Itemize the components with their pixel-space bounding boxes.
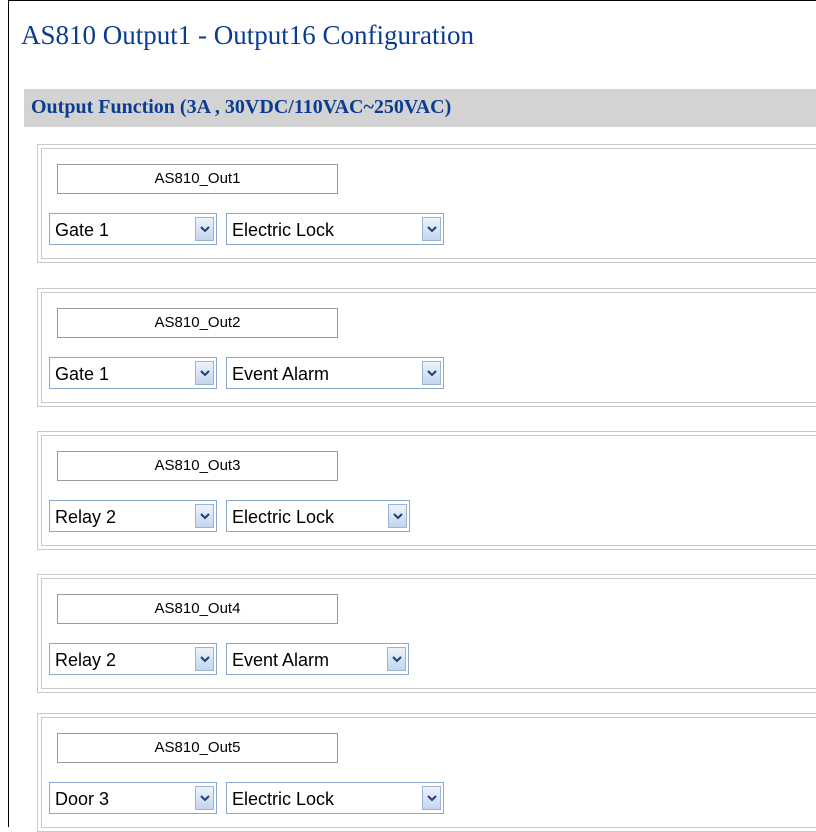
function-select[interactable]: Event Alarm — [226, 643, 409, 675]
function-select[interactable]: Electric Lock — [226, 500, 410, 532]
output-name-field[interactable]: AS810_Out3 — [57, 451, 338, 481]
chevron-down-icon — [200, 226, 210, 233]
function-select-value: Event Alarm — [232, 364, 330, 384]
output-name-field[interactable]: AS810_Out5 — [57, 733, 338, 763]
source-select-value: Gate 1 — [55, 364, 110, 384]
dropdown-button[interactable] — [422, 361, 441, 385]
function-select[interactable]: Event Alarm — [226, 357, 444, 389]
output-group-3: AS810_Out3 Relay 2 Electric Lock — [37, 431, 816, 550]
source-select-value: Relay 2 — [55, 507, 117, 527]
function-select-value: Electric Lock — [232, 220, 335, 240]
output-group-inner: AS810_Out2 Gate 1 Event Alarm — [41, 292, 816, 403]
function-select[interactable]: Electric Lock — [226, 213, 444, 245]
dropdown-button[interactable] — [195, 647, 214, 671]
chevron-down-icon — [200, 370, 210, 377]
output-name-field[interactable]: AS810_Out2 — [57, 308, 338, 338]
chevron-down-icon — [200, 513, 210, 520]
chevron-down-icon — [427, 370, 437, 377]
source-select[interactable]: Gate 1 — [49, 213, 217, 245]
chevron-down-icon — [392, 656, 402, 663]
source-select[interactable]: Gate 1 — [49, 357, 217, 389]
function-select-value: Event Alarm — [232, 650, 330, 670]
dropdown-button[interactable] — [422, 217, 441, 241]
chevron-down-icon — [427, 795, 437, 802]
dropdown-button[interactable] — [195, 361, 214, 385]
dropdown-button[interactable] — [387, 647, 406, 671]
dropdown-button[interactable] — [195, 504, 214, 528]
chevron-down-icon — [427, 226, 437, 233]
output-group-2: AS810_Out2 Gate 1 Event Alarm — [37, 288, 816, 407]
section-title: Output Function (3A , 30VDC/110VAC~250VA… — [31, 96, 452, 118]
page-title: AS810 Output1 - Output16 Configuration — [21, 20, 474, 50]
function-select-value: Electric Lock — [232, 789, 335, 809]
output-group-5: AS810_Out5 Door 3 Electric Lock — [37, 713, 816, 832]
section-header: Output Function (3A , 30VDC/110VAC~250VA… — [24, 89, 816, 127]
output-name-field[interactable]: AS810_Out1 — [57, 164, 338, 194]
dropdown-button[interactable] — [388, 504, 407, 528]
output-group-inner: AS810_Out4 Relay 2 Event Alarm — [41, 578, 816, 689]
output-group-inner: AS810_Out3 Relay 2 Electric Lock — [41, 435, 816, 546]
source-select[interactable]: Door 3 — [49, 782, 217, 814]
source-select-value: Door 3 — [55, 789, 110, 809]
source-select[interactable]: Relay 2 — [49, 643, 217, 675]
chevron-down-icon — [393, 513, 403, 520]
output-group-1: AS810_Out1 Gate 1 Electric Lock — [37, 144, 816, 263]
output-group-inner: AS810_Out1 Gate 1 Electric Lock — [41, 148, 816, 259]
chevron-down-icon — [200, 795, 210, 802]
source-select[interactable]: Relay 2 — [49, 500, 217, 532]
output-name-field[interactable]: AS810_Out4 — [57, 594, 338, 624]
chevron-down-icon — [200, 656, 210, 663]
function-select-value: Electric Lock — [232, 507, 335, 527]
output-group-inner: AS810_Out5 Door 3 Electric Lock — [41, 717, 816, 828]
dropdown-button[interactable] — [422, 786, 441, 810]
function-select[interactable]: Electric Lock — [226, 782, 444, 814]
dropdown-button[interactable] — [195, 786, 214, 810]
output-group-4: AS810_Out4 Relay 2 Event Alarm — [37, 574, 816, 693]
dropdown-button[interactable] — [195, 217, 214, 241]
source-select-value: Relay 2 — [55, 650, 117, 670]
source-select-value: Gate 1 — [55, 220, 110, 240]
